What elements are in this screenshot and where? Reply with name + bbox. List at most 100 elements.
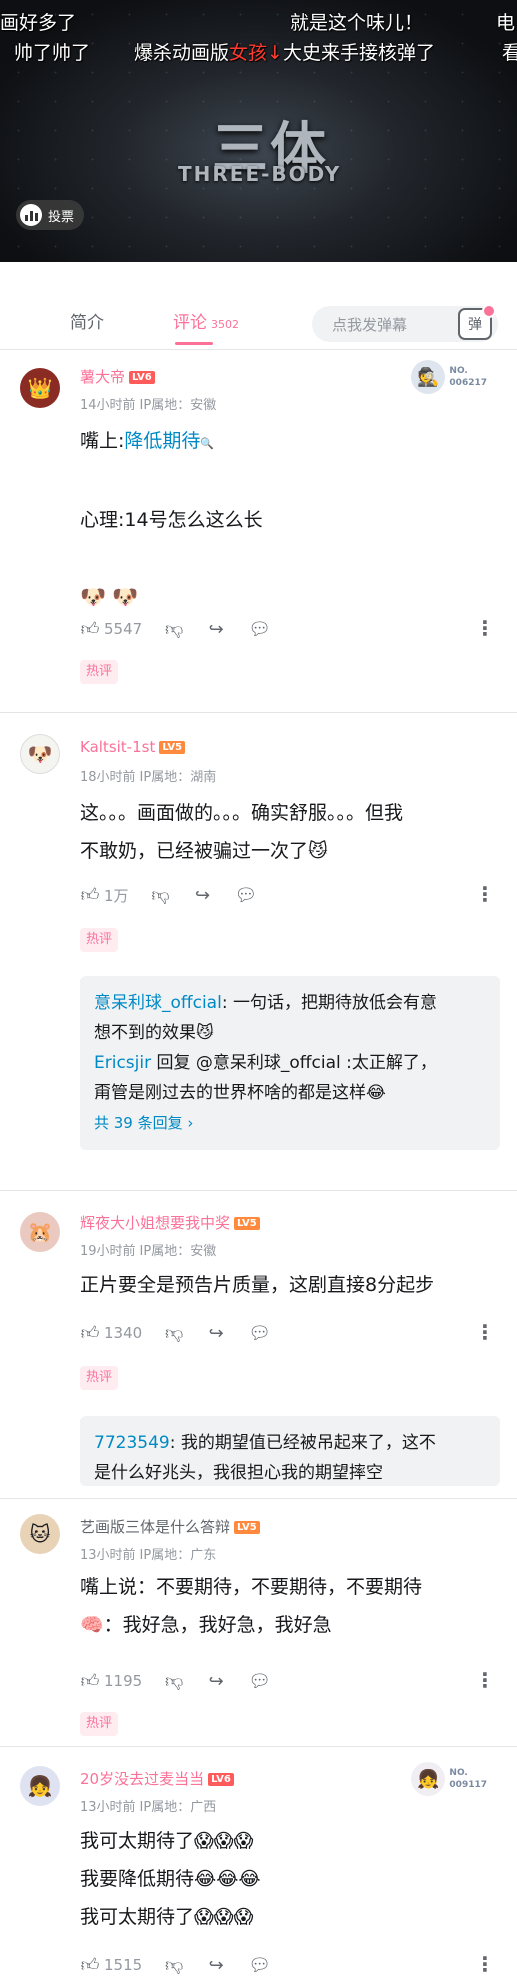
comment-content: 我可太期待了😱😱😱 我要降低期待😂😂😂 我可太期待了😱😱😱: [80, 1830, 261, 1928]
comment-meta: 14小时前 IP属地：安徽: [80, 398, 217, 413]
danmaku-item: 就是这个味儿！: [290, 12, 424, 34]
reply-username[interactable]: Ericsjir: [94, 1053, 151, 1073]
reply-button[interactable]: 💬︎: [248, 1954, 272, 1976]
comment-item: 👧 20岁没去过麦当当 LV6 13小时前 IP属地：广西 👧 NO. 009117…: [0, 1750, 517, 1980]
comment-meta: 13小时前 IP属地：广东: [80, 1548, 217, 1563]
share-button[interactable]: ↪: [206, 1671, 226, 1692]
reply-preview[interactable]: 7723549: 我的期望值已经被吊起来了，这不 是什么好兆头，我很担心我的期望…: [80, 1416, 500, 1486]
more-options-icon[interactable]: ⋮: [475, 882, 495, 906]
thumb-down-icon: 👎︎: [165, 1323, 184, 1344]
level-badge: LV6: [129, 371, 155, 384]
danmaku-item: 爆杀动画版女孩↓大史来手接核弹了: [134, 42, 435, 64]
comment-content: 嘴上说：不要期待，不要期待，不要期待 🧠：我好急，我好急，我好急: [80, 1576, 423, 1636]
dislike-button[interactable]: 👎︎: [164, 1670, 184, 1692]
hot-comment-tag: 热评: [80, 660, 119, 684]
doge-emoji: 🐶: [80, 585, 107, 609]
search-keyword-link[interactable]: 降低期待🔍: [124, 430, 214, 452]
thumb-down-icon: 👎︎: [165, 1955, 184, 1976]
like-button[interactable]: 👍︎ 1515: [80, 1954, 143, 1976]
like-button[interactable]: 👍︎ 1万: [80, 884, 129, 906]
comment-actions: 👍︎ 5547 👎︎ ↪ 💬︎: [80, 618, 272, 641]
comment-username[interactable]: 20岁没去过麦当当 LV6: [80, 1768, 234, 1789]
anime-avatar-icon: 👧: [411, 1762, 446, 1796]
comment-content: 嘴上:降低期待🔍 心理:14号怎么这么长 🐶 🐶: [80, 422, 500, 616]
dislike-button[interactable]: 👎︎: [164, 618, 184, 640]
thumb-up-icon: 👍︎: [80, 885, 100, 906]
thumb-down-icon: 👎︎: [165, 619, 184, 640]
share-icon: ↪: [208, 1954, 224, 1976]
share-icon: ↪: [208, 1670, 224, 1692]
comment-meta: 13小时前 IP属地：广西: [80, 1800, 217, 1815]
avatar[interactable]: 🐱: [20, 1514, 60, 1554]
bar-chart-icon: [20, 204, 42, 226]
video-title-logo-en: THREE-BODY: [178, 162, 342, 186]
reply-preview[interactable]: 意呆利球_offcial: 一句话，把期待放低会有意 想不到的效果😼 Erics…: [80, 976, 500, 1150]
doge-emoji: 🐶: [112, 585, 139, 609]
like-button[interactable]: 👍︎ 1195: [80, 1670, 143, 1692]
tab-comments[interactable]: 评论 3502: [173, 308, 239, 333]
more-options-icon[interactable]: ⋮: [475, 1952, 495, 1976]
reply-username[interactable]: 意呆利球_offcial: [94, 993, 222, 1013]
detective-avatar-icon: 🕵: [411, 360, 446, 394]
comment-username[interactable]: 艺画版三体是什么答辩 LV5: [80, 1516, 260, 1537]
hot-comment-tag: 热评: [80, 928, 119, 952]
comment-actions: 👍︎ 1340 👎︎ ↪ 💬︎: [80, 1322, 271, 1345]
thumb-down-icon: 👎︎: [165, 1671, 184, 1692]
comment-username[interactable]: 辉夜大小姐想要我中奖 LV5: [80, 1212, 260, 1233]
danmaku-toggle-button[interactable]: 弹: [458, 304, 496, 340]
reply-button[interactable]: 💬︎: [235, 885, 258, 906]
danmaku-item: 看: [502, 42, 517, 64]
reply-username[interactable]: 7723549: [94, 1433, 170, 1453]
comment-content: 这。。。画面做的。。。确实舒服。。。但我 不敢奶，已经被骗过一次了😼: [80, 802, 404, 862]
chat-bubble-icon: 💬︎: [248, 618, 272, 640]
like-button[interactable]: 👍︎ 1340: [80, 1322, 143, 1344]
thumb-up-icon: 👍︎: [80, 1323, 100, 1344]
comment-username[interactable]: 薯大帝 LV6: [80, 366, 155, 387]
tab-intro[interactable]: 简介: [70, 308, 104, 333]
chat-bubble-icon: 💬︎: [248, 1954, 272, 1976]
share-button[interactable]: ↪: [206, 1323, 226, 1344]
comment-item: 👑 薯大帝 LV6 14小时前 IP属地：安徽 🕵 NO. 006217 嘴上:降低…: [0, 354, 517, 694]
danmaku-placeholder: 点我发弹幕: [332, 316, 408, 334]
comment-item: 🐹 辉夜大小姐想要我中奖 LV5 19小时前 IP属地：安徽 正片要全是预告片质量，…: [0, 1198, 517, 1498]
more-options-icon[interactable]: ⋮: [475, 1320, 495, 1344]
danmaku-item: 画好多了: [0, 12, 77, 34]
fan-badge[interactable]: 👧 NO. 009117: [411, 1762, 487, 1796]
danmaku-item: 电: [496, 12, 516, 34]
more-options-icon[interactable]: ⋮: [475, 1668, 495, 1692]
vote-button[interactable]: 投票: [16, 200, 85, 230]
share-button[interactable]: ↪: [206, 619, 226, 640]
view-all-replies-link[interactable]: 共 39 条回复 ›: [94, 1108, 486, 1138]
avatar[interactable]: 🐹: [20, 1212, 60, 1252]
level-badge: LV5: [234, 1521, 260, 1534]
hot-comment-tag: 热评: [80, 1366, 119, 1390]
comment-divider: [0, 712, 517, 713]
level-badge: LV5: [159, 741, 186, 754]
comment-actions: 👍︎ 1万 👎︎ ↪ 💬︎: [80, 884, 258, 907]
avatar[interactable]: 👧: [20, 1766, 60, 1806]
avatar[interactable]: 👑: [20, 368, 60, 408]
share-icon: ↪: [208, 618, 224, 640]
reply-button[interactable]: 💬︎: [248, 1323, 271, 1344]
thumb-up-icon: 👍︎: [80, 1671, 100, 1692]
comment-username[interactable]: Kaltsit-1st LV5: [80, 738, 186, 756]
fan-badge-number: NO. 009117: [449, 1768, 487, 1790]
comment-divider: [0, 1190, 517, 1191]
vote-label: 投票: [48, 209, 75, 225]
video-player[interactable]: 画好多了 就是这个味儿！ 电 帅了帅了 爆杀动画版女孩↓大史来手接核弹了 看 三…: [0, 0, 517, 262]
reply-button[interactable]: 💬︎: [248, 618, 272, 640]
hot-comment-tag: 热评: [80, 1712, 119, 1736]
fan-badge[interactable]: 🕵 NO. 006217: [411, 360, 487, 394]
comment-divider: [0, 1498, 517, 1499]
level-badge: LV5: [234, 1217, 260, 1230]
share-button[interactable]: ↪: [193, 885, 213, 906]
share-icon: ↪: [208, 1322, 224, 1344]
dislike-button[interactable]: 👎︎: [164, 1954, 184, 1976]
dislike-button[interactable]: 👎︎: [164, 1322, 184, 1344]
avatar[interactable]: 🐶: [20, 734, 60, 774]
dislike-button[interactable]: 👎︎: [151, 884, 171, 906]
more-options-icon[interactable]: ⋮: [475, 616, 495, 640]
reply-button[interactable]: 💬︎: [248, 1671, 271, 1692]
like-button[interactable]: 👍︎ 5547: [80, 618, 143, 640]
share-button[interactable]: ↪: [206, 1955, 226, 1976]
